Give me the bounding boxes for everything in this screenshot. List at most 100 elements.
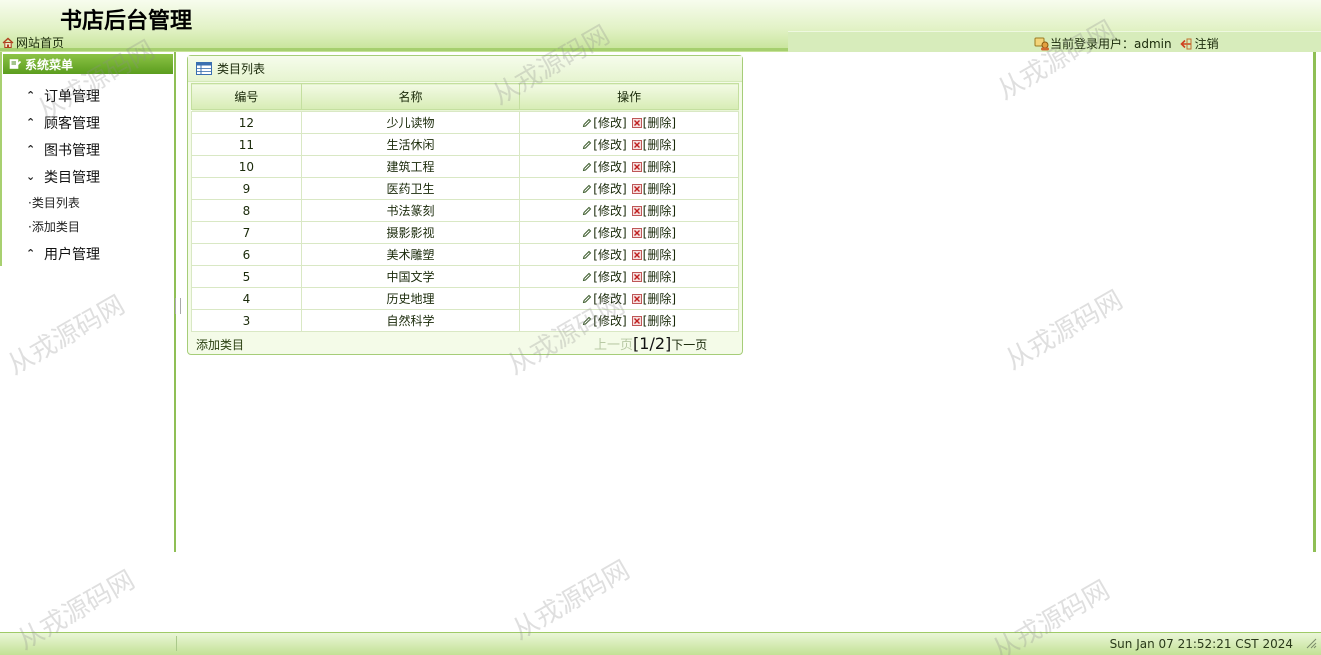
category-name-cell: 历史地理: [300, 287, 521, 310]
category-id-cell: 12: [191, 111, 302, 134]
edit-icon: [583, 162, 592, 171]
delete-link[interactable]: [删除]: [643, 224, 676, 241]
category-name-cell: 建筑工程: [300, 155, 521, 178]
delete-link[interactable]: [删除]: [643, 312, 676, 329]
table-row: 4 历史地理 [修改] [删除]: [191, 287, 739, 310]
column-header-id[interactable]: 编号: [191, 83, 302, 110]
sidebar-subitem-category-list[interactable]: ·类目列表: [14, 190, 100, 214]
actions-cell: [修改] [删除]: [519, 309, 739, 332]
delete-link[interactable]: [删除]: [643, 268, 676, 285]
server-time: Sun Jan 07 21:52:21 CST 2024: [1109, 637, 1293, 651]
actions-cell: [修改] [删除]: [519, 265, 739, 288]
edit-icon: [583, 272, 592, 281]
sidebar-subitem-add-category[interactable]: ·添加类目: [14, 214, 100, 238]
delete-icon: [631, 183, 642, 194]
delete-icon: [631, 161, 642, 172]
actions-cell: [修改] [删除]: [519, 155, 739, 178]
home-link[interactable]: 网站首页: [2, 34, 64, 51]
add-category-link[interactable]: 添加类目: [196, 336, 244, 353]
sidebar-item-customers[interactable]: ⌃ 顾客管理: [26, 109, 100, 136]
table-row: 9 医药卫生 [修改] [删除]: [191, 177, 739, 200]
edit-icon: [583, 250, 592, 259]
menu-edit-icon: [9, 59, 22, 69]
sidebar-item-books[interactable]: ⌃ 图书管理: [26, 136, 100, 163]
delete-link[interactable]: [删除]: [643, 114, 676, 131]
delete-link[interactable]: [删除]: [643, 202, 676, 219]
category-id-cell: 7: [191, 221, 302, 244]
logout-icon: [1179, 38, 1192, 49]
category-id-cell: 11: [191, 133, 302, 156]
edit-link[interactable]: [修改]: [593, 290, 626, 307]
delete-icon: [631, 205, 642, 216]
chevron-up-double-icon: ⌃: [26, 247, 36, 260]
user-info: 当前登录用户：admin 注销: [1034, 35, 1219, 52]
sidebar-left-border: [0, 52, 2, 266]
edit-link[interactable]: [修改]: [593, 268, 626, 285]
header-divider: [0, 48, 788, 51]
sidebar-title: 系统菜单: [25, 57, 74, 72]
edit-link[interactable]: [修改]: [593, 246, 626, 263]
sidebar-item-categories[interactable]: ⌄ 类目管理: [26, 163, 100, 190]
edit-link[interactable]: [修改]: [593, 312, 626, 329]
category-name-cell: 医药卫生: [300, 177, 521, 200]
delete-link[interactable]: [删除]: [643, 290, 676, 307]
delete-link[interactable]: [删除]: [643, 180, 676, 197]
actions-cell: [修改] [删除]: [519, 133, 739, 156]
edit-link[interactable]: [修改]: [593, 158, 626, 175]
edit-icon: [583, 316, 592, 325]
sidebar-item-label: 顾客管理: [44, 115, 100, 132]
delete-icon: [631, 249, 642, 260]
main-right-border: [1313, 52, 1316, 552]
category-name-cell: 摄影影视: [300, 221, 521, 244]
delete-link[interactable]: [删除]: [643, 136, 676, 153]
current-user-label: 当前登录用户：admin: [1050, 37, 1172, 51]
delete-link[interactable]: [删除]: [643, 246, 676, 263]
delete-icon: [631, 227, 642, 238]
table-row: 8 书法篆刻 [修改] [删除]: [191, 199, 739, 222]
app-title: 书店后台管理: [60, 9, 193, 34]
chevron-down-double-icon: ⌄: [26, 170, 36, 183]
sidebar-item-label: 图书管理: [44, 142, 100, 159]
delete-icon: [631, 271, 642, 282]
category-id-cell: 10: [191, 155, 302, 178]
splitter-handle[interactable]: [175, 298, 181, 314]
edit-icon: [583, 184, 592, 193]
logout-link[interactable]: 注销: [1195, 35, 1219, 52]
sidebar: 系统菜单 ⌃ 订单管理 ⌃ 顾客管理 ⌃ 图书管理 ⌄ 类目管理 ·类目列表 ·…: [0, 52, 176, 552]
category-name-cell: 生活休闲: [300, 133, 521, 156]
table-row: 5 中国文学 [修改] [删除]: [191, 265, 739, 288]
sidebar-menu: ⌃ 订单管理 ⌃ 顾客管理 ⌃ 图书管理 ⌄ 类目管理 ·类目列表 ·添加类目 …: [26, 82, 100, 267]
table-row: 11 生活休闲 [修改] [删除]: [191, 133, 739, 156]
chevron-up-double-icon: ⌃: [26, 143, 36, 156]
category-id-cell: 6: [191, 243, 302, 266]
edit-link[interactable]: [修改]: [593, 180, 626, 197]
resize-grip-icon[interactable]: [1305, 637, 1317, 649]
category-name-cell: 美术雕塑: [300, 243, 521, 266]
actions-cell: [修改] [删除]: [519, 221, 739, 244]
delete-icon: [631, 117, 642, 128]
category-name-cell: 少儿读物: [300, 111, 521, 134]
sidebar-item-orders[interactable]: ⌃ 订单管理: [26, 82, 100, 109]
column-header-name[interactable]: 名称: [300, 83, 521, 110]
edit-link[interactable]: [修改]: [593, 114, 626, 131]
sidebar-item-label: 订单管理: [44, 88, 100, 105]
category-id-cell: 5: [191, 265, 302, 288]
delete-link[interactable]: [删除]: [643, 158, 676, 175]
actions-cell: [修改] [删除]: [519, 111, 739, 134]
edit-link[interactable]: [修改]: [593, 202, 626, 219]
actions-cell: [修改] [删除]: [519, 287, 739, 310]
category-name-cell: 书法篆刻: [300, 199, 521, 222]
table-row: 12 少儿读物 [修改] [删除]: [191, 111, 739, 134]
category-id-cell: 3: [191, 309, 302, 332]
sidebar-item-users[interactable]: ⌃ 用户管理: [26, 240, 100, 267]
next-page-link[interactable]: 下一页: [671, 336, 707, 353]
edit-icon: [583, 118, 592, 127]
edit-link[interactable]: [修改]: [593, 224, 626, 241]
category-name-cell: 中国文学: [300, 265, 521, 288]
edit-icon: [583, 294, 592, 303]
panel-title: 类目列表: [217, 62, 266, 76]
status-bar-divider: [176, 636, 178, 651]
sidebar-item-label: 类目管理: [44, 169, 100, 186]
edit-link[interactable]: [修改]: [593, 136, 626, 153]
table-body: 12 少儿读物 [修改] [删除] 11 生活休闲 [修改] [删除] 10 建筑工程 [修改] [删…: [191, 109, 739, 332]
